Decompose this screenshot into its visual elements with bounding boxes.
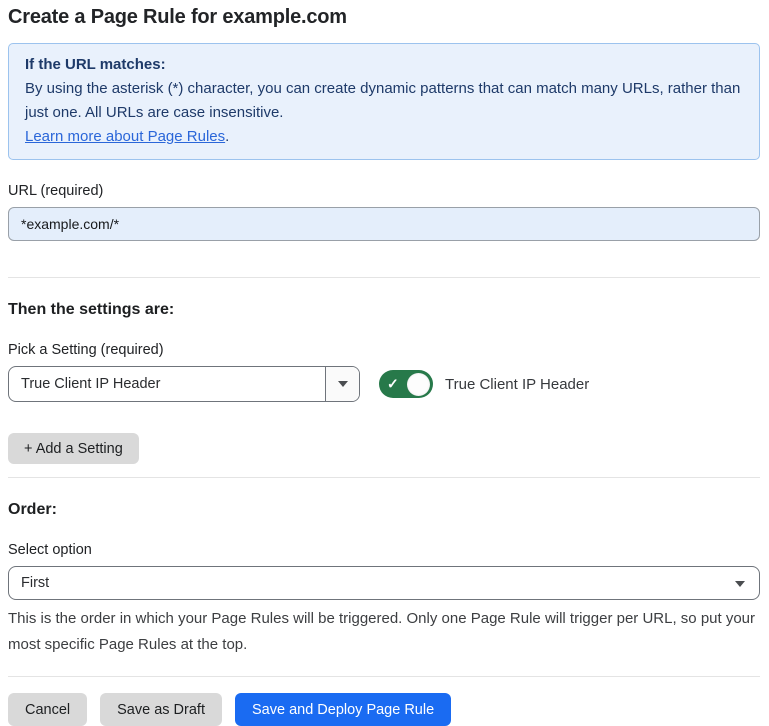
setting-select-arrowbox[interactable]	[325, 367, 359, 401]
setting-picker-row: True Client IP Header ✓ True Client IP H…	[8, 366, 760, 402]
setting-select-value: True Client IP Header	[9, 367, 325, 401]
check-icon: ✓	[387, 377, 399, 391]
order-select-value: First	[9, 567, 759, 599]
info-box-body: By using the asterisk (*) character, you…	[25, 77, 743, 125]
cancel-button[interactable]: Cancel	[8, 693, 87, 726]
order-section-heading: Order:	[8, 501, 760, 519]
caret-down-icon	[735, 581, 745, 587]
learn-more-link[interactable]: Learn more about Page Rules	[25, 128, 225, 145]
save-as-draft-button[interactable]: Save as Draft	[100, 693, 222, 726]
order-select-label: Select option	[8, 542, 760, 558]
page-rule-form: Create a Page Rule for example.com If th…	[0, 0, 769, 726]
order-select[interactable]: First	[8, 566, 760, 600]
order-help-text: This is the order in which your Page Rul…	[8, 606, 760, 658]
url-input[interactable]	[8, 207, 760, 241]
setting-toggle[interactable]: ✓	[379, 370, 433, 398]
toggle-knob	[407, 373, 430, 396]
info-box-link-line: Learn more about Page Rules.	[25, 125, 743, 149]
save-and-deploy-button[interactable]: Save and Deploy Page Rule	[235, 693, 451, 726]
divider	[8, 676, 760, 677]
page-title: Create a Page Rule for example.com	[8, 4, 760, 43]
setting-toggle-label: True Client IP Header	[445, 376, 589, 393]
info-box-heading: If the URL matches:	[25, 53, 743, 77]
form-actions: Cancel Save as Draft Save and Deploy Pag…	[8, 693, 760, 726]
add-setting-button[interactable]: + Add a Setting	[8, 433, 139, 464]
settings-section-heading: Then the settings are:	[8, 301, 760, 319]
divider	[8, 477, 760, 478]
setting-select[interactable]: True Client IP Header	[8, 366, 360, 402]
link-period: .	[225, 128, 229, 145]
url-field-label: URL (required)	[8, 183, 760, 199]
setting-picker-label: Pick a Setting (required)	[8, 342, 760, 358]
caret-down-icon	[338, 381, 348, 387]
url-match-info-box: If the URL matches: By using the asteris…	[8, 43, 760, 160]
divider	[8, 277, 760, 278]
